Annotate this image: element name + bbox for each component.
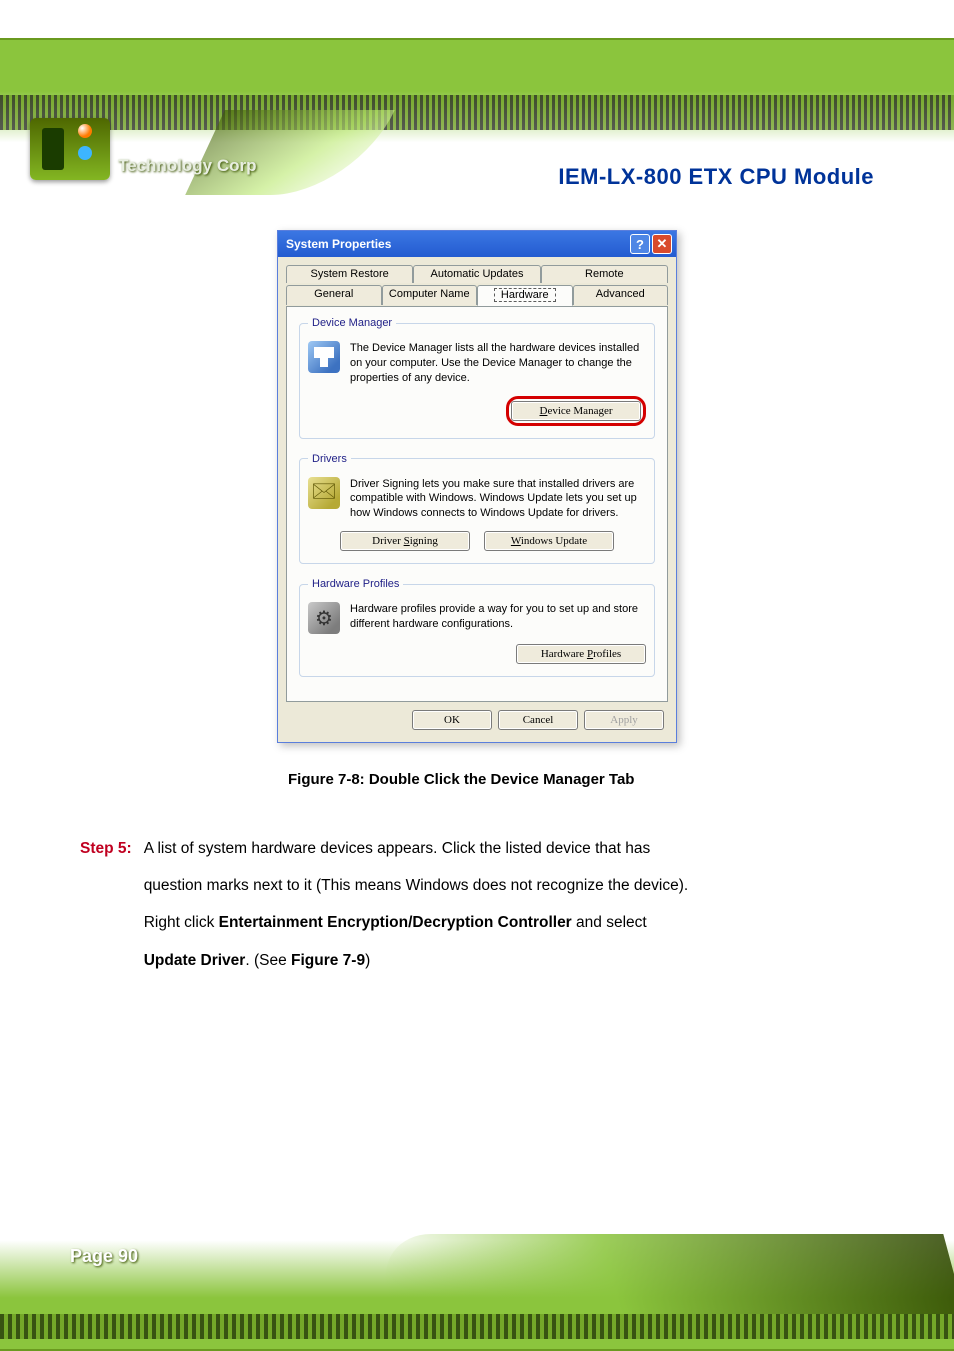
hardware-profiles-icon <box>308 602 340 634</box>
tab-general[interactable]: General <box>286 285 382 305</box>
tab-strip: System Restore Automatic Updates Remote … <box>286 265 668 309</box>
header-banner: Technology Corp IEM-LX-800 ETX CPU Modul… <box>0 38 954 168</box>
device-manager-button-label: evice Manager <box>547 405 612 417</box>
close-icon[interactable]: ✕ <box>652 234 672 254</box>
step-line4a: Update Driver <box>144 952 246 969</box>
doc-title: IEM-LX-800 ETX CPU Module <box>0 164 874 190</box>
header-decor-strip <box>0 95 954 130</box>
windows-update-button[interactable]: Windows Update <box>484 531 614 551</box>
device-manager-button[interactable]: Device Manager <box>511 401 641 421</box>
hardware-profiles-button[interactable]: Hardware Profiles <box>516 644 646 664</box>
step-line4b: . (See <box>245 952 291 969</box>
device-manager-text: The Device Manager lists all the hardwar… <box>350 341 646 386</box>
driver-signing-button[interactable]: Driver Signing <box>340 531 470 551</box>
step-line3c: and select <box>572 914 647 931</box>
step-body: A list of system hardware devices appear… <box>144 830 688 979</box>
footer-decor-strip <box>0 1314 954 1339</box>
tab-system-restore[interactable]: System Restore <box>286 265 413 283</box>
step-label: Step 5: <box>80 830 132 979</box>
page-content: System Properties ? ✕ System Restore Aut… <box>0 230 954 979</box>
step-line4d: ) <box>365 952 370 969</box>
hardware-profiles-group: Hardware Profiles Hardware profiles prov… <box>299 578 655 677</box>
ok-button[interactable]: OK <box>412 710 492 730</box>
hardware-profiles-text: Hardware profiles provide a way for you … <box>350 602 646 634</box>
figure-caption: Figure 7-8: Double Click the Device Mana… <box>80 771 874 788</box>
step-line1: A list of system hardware devices appear… <box>144 840 651 857</box>
tab-hardware-label: Hardware <box>494 288 556 302</box>
cancel-button[interactable]: Cancel <box>498 710 578 730</box>
drivers-legend: Drivers <box>308 453 351 465</box>
dialog-titlebar: System Properties ? ✕ <box>278 231 676 257</box>
help-icon[interactable]: ? <box>630 234 650 254</box>
device-manager-icon <box>308 341 340 373</box>
drivers-icon <box>308 477 340 509</box>
footer-banner: Page 90 <box>0 1221 954 1351</box>
tab-automatic-updates[interactable]: Automatic Updates <box>413 265 540 283</box>
tab-computer-name[interactable]: Computer Name <box>382 285 478 305</box>
page-number: Page 90 <box>70 1246 138 1267</box>
step-line2: question marks next to it (This means Wi… <box>144 877 688 894</box>
device-manager-legend: Device Manager <box>308 317 396 329</box>
tab-advanced[interactable]: Advanced <box>573 285 669 305</box>
footer-swoosh <box>371 1234 954 1314</box>
tab-hardware[interactable]: Hardware <box>477 285 573 306</box>
dialog-title: System Properties <box>286 237 391 251</box>
step-5: Step 5: A list of system hardware device… <box>80 830 874 979</box>
apply-button: Apply <box>584 710 664 730</box>
device-manager-group: Device Manager The Device Manager lists … <box>299 317 655 439</box>
device-manager-callout: Device Manager <box>506 396 646 426</box>
step-line4c: Figure 7-9 <box>291 952 365 969</box>
hardware-profiles-legend: Hardware Profiles <box>308 578 403 590</box>
tab-panel-hardware: Device Manager The Device Manager lists … <box>286 306 668 702</box>
drivers-group: Drivers Driver Signing lets you make sur… <box>299 453 655 565</box>
step-line3a: Right click <box>144 914 219 931</box>
tab-remote[interactable]: Remote <box>541 265 668 283</box>
system-properties-dialog: System Properties ? ✕ System Restore Aut… <box>277 230 677 743</box>
dialog-footer: OK Cancel Apply <box>278 710 676 742</box>
step-line3b: Entertainment Encryption/Decryption Cont… <box>219 914 572 931</box>
drivers-text: Driver Signing lets you make sure that i… <box>350 477 646 522</box>
